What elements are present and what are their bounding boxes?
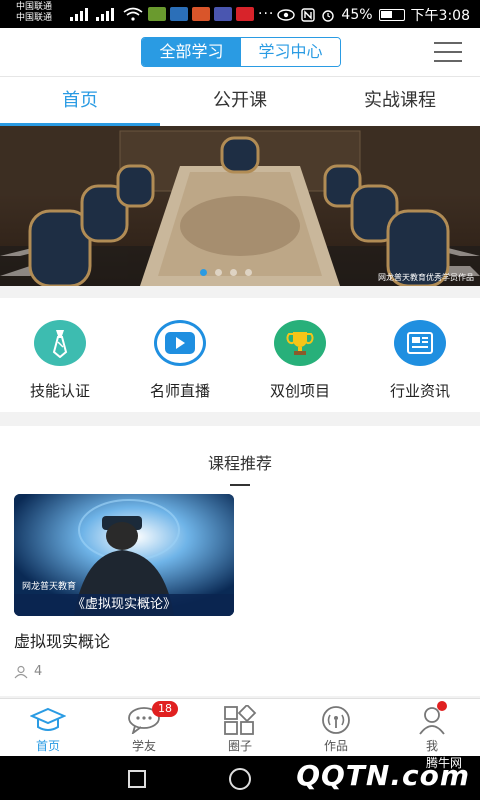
battery-percent: 45% xyxy=(341,7,373,23)
eye-icon xyxy=(277,9,296,21)
watermark-small: 腾牛网 xyxy=(425,756,462,770)
nav-circle[interactable]: 圈子 xyxy=(192,699,288,756)
nav-label: 首页 xyxy=(35,739,60,753)
nav-label: 圈子 xyxy=(227,739,252,753)
tab-open-course[interactable]: 公开课 xyxy=(160,77,320,126)
main-tabs: 首页 公开课 实战课程 xyxy=(0,76,480,126)
thumbnail-caption: 《虚拟现实概论》 xyxy=(71,597,176,612)
tab-practical-course[interactable]: 实战课程 xyxy=(320,77,480,126)
app-notification-icon xyxy=(148,7,166,21)
thumbnail-brand: 网龙普天教育 xyxy=(22,582,77,592)
status-bar: 中国联通 中国联通 ··· 45% 下午3:08 xyxy=(0,0,480,28)
nav-works[interactable]: 作品 xyxy=(288,699,384,756)
alarm-icon xyxy=(322,10,335,22)
quick-innovation[interactable]: 双创项目 xyxy=(240,298,360,412)
learner-count: 4 xyxy=(34,664,43,679)
quick-label: 行业资讯 xyxy=(389,382,450,400)
tie-icon xyxy=(34,320,86,366)
section-divider xyxy=(230,484,250,486)
carrier-1: 中国联通 xyxy=(16,2,53,12)
tab-home[interactable]: 首页 xyxy=(0,77,160,126)
course-learners: 4 xyxy=(14,664,234,679)
quick-label: 技能认证 xyxy=(29,382,90,400)
bottom-nav: 首页 学友 18 圈子 作品 我 xyxy=(0,698,480,756)
status-icons-right: 45% 下午3:08 xyxy=(277,5,470,25)
video-icon xyxy=(154,320,206,366)
tab-learning-center[interactable]: 学习中心 xyxy=(241,38,340,66)
nav-friends[interactable]: 学友 18 xyxy=(96,699,192,756)
broadcast-icon xyxy=(288,705,384,735)
recent-apps-button[interactable] xyxy=(128,770,146,788)
course-card[interactable]: 网龙普天教育 《虚拟现实概论》 虚拟现实概论 4 xyxy=(14,494,234,679)
app-notification-icon xyxy=(236,7,254,21)
carousel-dot[interactable] xyxy=(230,269,237,276)
signal-icon xyxy=(70,8,88,21)
carousel-indicators xyxy=(200,269,252,276)
signal-icon-2 xyxy=(96,8,114,21)
carousel-dot[interactable] xyxy=(245,269,252,276)
more-notifications-icon: ··· xyxy=(258,6,275,22)
carousel-dot[interactable] xyxy=(215,269,222,276)
carrier-2: 中国联通 xyxy=(16,13,53,23)
home-button[interactable] xyxy=(229,768,251,790)
person-icon xyxy=(14,665,28,678)
app-notification-icon xyxy=(192,7,210,21)
carousel-dot[interactable] xyxy=(200,269,207,276)
app-notification-icon xyxy=(214,7,232,21)
banner-carousel[interactable]: 网龙普天教育优秀学员作品 xyxy=(0,126,480,286)
banner-credit: 网龙普天教育优秀学员作品 xyxy=(378,273,474,282)
nfc-icon xyxy=(301,8,316,22)
course-recommendations: 课程推荐 网龙普天教育 《虚拟现实概论》 虚拟现实概论 4 xyxy=(0,426,480,696)
trophy-icon xyxy=(274,320,326,366)
status-icons-left: ··· xyxy=(70,6,274,22)
nav-label: 作品 xyxy=(323,739,348,753)
menu-icon[interactable] xyxy=(434,42,462,62)
carrier-info: 中国联通 中国联通 xyxy=(16,2,52,24)
nav-label: 学友 xyxy=(131,739,156,753)
course-thumbnail: 网龙普天教育 《虚拟现实概论》 xyxy=(14,494,234,616)
system-nav-bar: QQTN.com 腾牛网 xyxy=(0,756,480,800)
mortarboard-icon xyxy=(0,705,96,735)
notification-dot xyxy=(437,701,447,711)
nav-home[interactable]: 首页 xyxy=(0,699,96,756)
learning-switch: 全部学习 学习中心 xyxy=(141,37,341,67)
tab-all-learning[interactable]: 全部学习 xyxy=(142,38,241,66)
section-title: 课程推荐 xyxy=(207,454,272,473)
news-icon xyxy=(394,320,446,366)
battery-icon xyxy=(378,9,405,21)
person-icon xyxy=(384,705,480,735)
course-title: 虚拟现实概论 xyxy=(14,632,111,651)
app-notification-icon xyxy=(170,7,188,21)
nav-me[interactable]: 我 xyxy=(384,699,480,756)
quick-entries: 技能认证 名师直播 双创项目 行业资讯 xyxy=(0,298,480,412)
nav-label: 我 xyxy=(425,739,438,753)
quick-news[interactable]: 行业资讯 xyxy=(360,298,480,412)
clock: 下午3:08 xyxy=(410,8,470,24)
quick-live[interactable]: 名师直播 xyxy=(120,298,240,412)
wifi-icon xyxy=(123,7,143,21)
quick-skill-cert[interactable]: 技能认证 xyxy=(0,298,120,412)
watermark: QQTN.com 腾牛网 xyxy=(296,756,470,796)
grid-icon xyxy=(192,705,288,735)
unread-badge: 18 xyxy=(152,701,178,717)
quick-label: 双创项目 xyxy=(269,382,330,400)
banner-image xyxy=(0,126,480,286)
quick-label: 名师直播 xyxy=(149,382,210,400)
app-header: 全部学习 学习中心 xyxy=(0,28,480,76)
